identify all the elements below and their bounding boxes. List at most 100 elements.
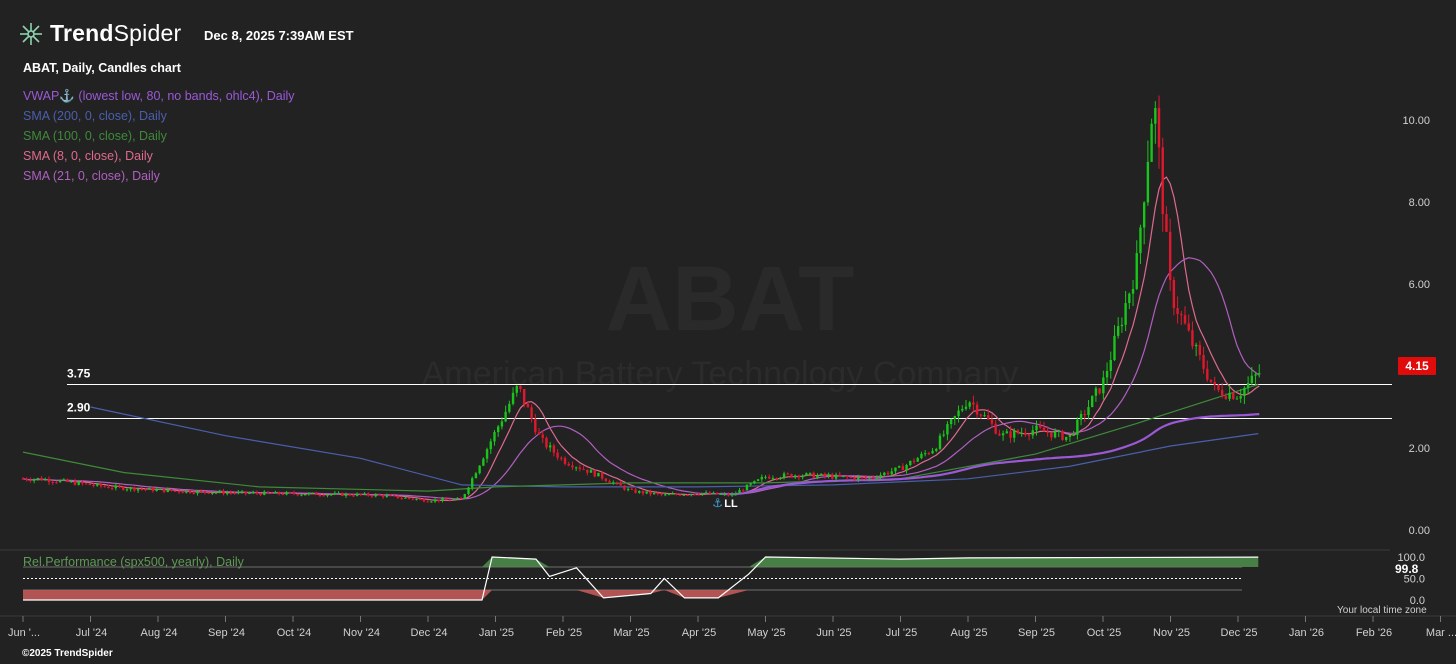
candle-body xyxy=(515,385,518,393)
copyright: ©2025 TrendSpider xyxy=(22,648,113,659)
candle-body xyxy=(927,453,931,455)
candle-body xyxy=(1217,384,1220,390)
candle-body xyxy=(407,497,411,499)
candle-body xyxy=(445,498,448,500)
candle-body xyxy=(1027,434,1031,436)
candle-body xyxy=(207,492,210,494)
candle-body xyxy=(522,388,526,404)
candle-body xyxy=(556,452,559,458)
candle-body xyxy=(909,460,912,465)
candle-body xyxy=(849,477,853,479)
y-tick-label: 2.00 xyxy=(1409,443,1430,455)
horizontal-level-label: 2.90 xyxy=(67,400,91,414)
x-tick-label: Mar '25 xyxy=(613,627,649,639)
candle-body xyxy=(66,479,69,482)
trendspider-logo: TrendSpider xyxy=(18,20,181,47)
candle-body xyxy=(511,392,515,404)
candle-body xyxy=(623,485,626,490)
chart-title: ABAT, Daily, Candles chart xyxy=(23,61,181,75)
candle-body xyxy=(159,488,162,490)
y-tick-label: 8.00 xyxy=(1409,197,1430,209)
candle-body xyxy=(1246,382,1250,388)
candle-body xyxy=(615,482,619,484)
candle-body xyxy=(949,419,953,425)
candle-body xyxy=(998,433,1001,436)
candle-body xyxy=(359,493,363,495)
candle-body xyxy=(563,458,567,464)
candle-body xyxy=(831,475,834,479)
candle-body xyxy=(593,470,596,477)
legend-vwap-prefix: VWAP xyxy=(23,89,60,103)
candle-body xyxy=(552,445,556,453)
candle-body xyxy=(1220,389,1224,397)
candle-body xyxy=(437,499,440,502)
candle-body xyxy=(883,472,886,476)
candle-body xyxy=(901,466,905,470)
candle-body xyxy=(1113,335,1116,360)
candle-body xyxy=(493,432,496,442)
candle-body xyxy=(812,472,815,478)
candle-body xyxy=(144,489,147,491)
candle-body xyxy=(1079,414,1083,420)
candle-body xyxy=(196,490,199,494)
candle-body xyxy=(110,488,114,490)
x-tick-label: Nov '24 xyxy=(343,627,380,639)
candle-body xyxy=(693,494,697,496)
y-tick-label: 10.00 xyxy=(1402,115,1430,127)
legend-sma-200[interactable]: SMA (200, 0, close), Daily xyxy=(23,106,295,126)
candle-body xyxy=(211,492,214,494)
candle-body xyxy=(779,477,782,479)
candle-body xyxy=(1198,344,1202,355)
candle-body xyxy=(1258,373,1261,375)
candle-body xyxy=(905,464,908,470)
candle-body xyxy=(1109,359,1112,371)
rel-performance-label[interactable]: Rel.Performance (spx500, yearly), Daily xyxy=(23,555,244,569)
candle-body xyxy=(129,487,132,490)
candle-body xyxy=(626,488,630,490)
candle-body xyxy=(348,493,351,496)
candle-body xyxy=(578,467,582,470)
candle-body xyxy=(1072,434,1075,436)
candle-body xyxy=(1232,392,1235,399)
candle-body xyxy=(1068,434,1072,437)
candle-body xyxy=(508,403,511,412)
candle-body xyxy=(55,482,58,484)
candle-body xyxy=(760,477,763,480)
legend-sma-21[interactable]: SMA (21, 0, close), Daily xyxy=(23,166,295,186)
x-tick-label: Aug '25 xyxy=(951,627,988,639)
candle-body xyxy=(879,475,882,478)
candle-body xyxy=(1139,227,1142,254)
candle-body xyxy=(667,494,671,496)
candle-body xyxy=(329,494,333,496)
candle-body xyxy=(827,475,830,477)
candle-body xyxy=(452,499,455,501)
candle-body xyxy=(1124,303,1127,325)
brand-name-bold: Trend xyxy=(50,20,114,46)
candle-body xyxy=(942,434,945,436)
candle-body xyxy=(660,493,663,495)
candle-body xyxy=(1154,107,1157,124)
x-tick-label: Sep '25 xyxy=(1018,627,1055,639)
candle-body xyxy=(571,465,574,468)
candle-body xyxy=(73,481,77,485)
candle-body xyxy=(381,494,385,497)
candle-body xyxy=(166,489,169,492)
candle-body xyxy=(322,495,325,497)
candle-body xyxy=(886,472,890,475)
candle-body xyxy=(1176,308,1179,315)
candle-body xyxy=(738,490,741,494)
candle-body xyxy=(497,426,500,433)
candle-body xyxy=(537,432,541,435)
legend-vwap[interactable]: VWAP⚓ (lowest low, 80, no bands, ohlc4),… xyxy=(23,86,295,106)
candle-body xyxy=(1024,432,1027,435)
candle-body xyxy=(656,493,660,495)
anchor-icon: ⚓ xyxy=(59,89,75,103)
candle-body xyxy=(355,493,359,496)
legend-sma-8[interactable]: SMA (8, 0, close), Daily xyxy=(23,146,295,166)
legend-sma-200-suffix: (200, 0, close), Daily xyxy=(49,109,167,123)
legend-sma-100-suffix: (100, 0, close), Daily xyxy=(49,129,167,143)
candle-body xyxy=(285,492,288,495)
legend-sma-100[interactable]: SMA (100, 0, close), Daily xyxy=(23,126,295,146)
candle-body xyxy=(690,494,693,496)
candle-body xyxy=(478,465,481,474)
